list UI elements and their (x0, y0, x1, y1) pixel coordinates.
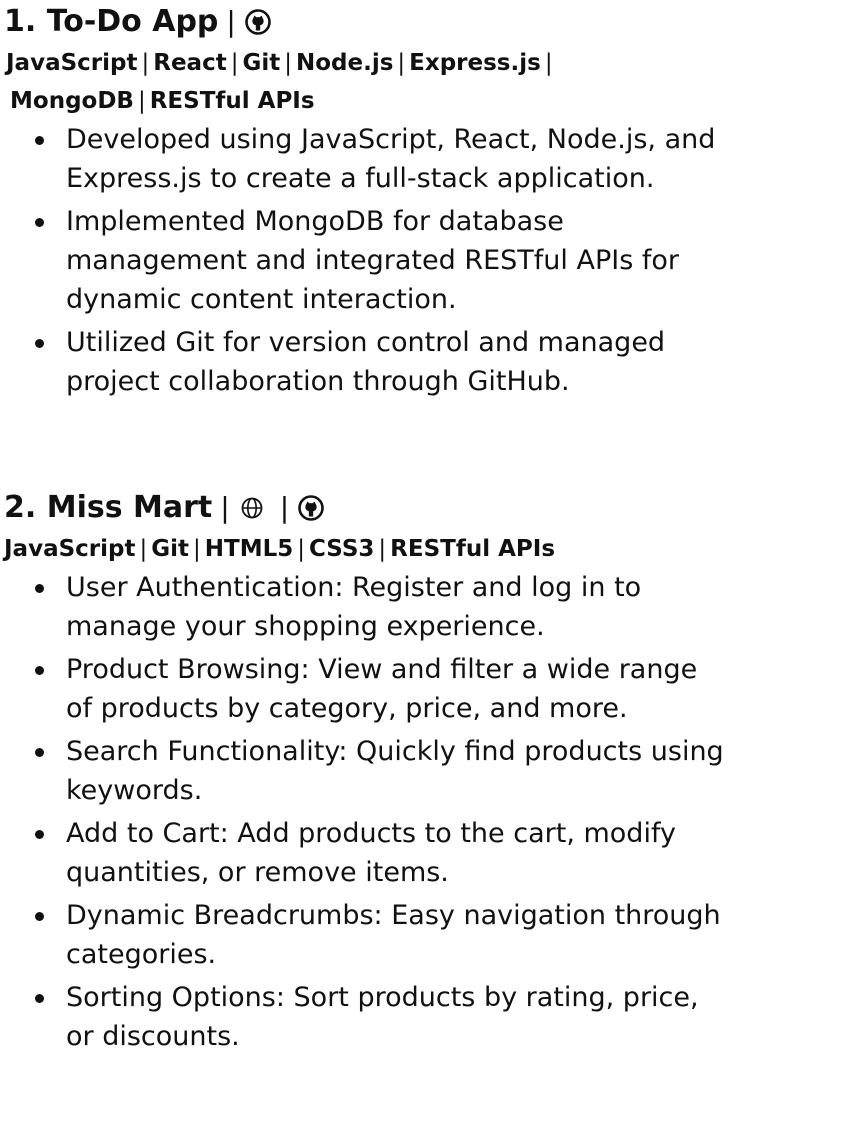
list-item: User Authentication: Register and log in… (32, 568, 724, 646)
bullet-text: dynamic content interaction. (66, 284, 457, 315)
tech-item: React (153, 50, 227, 76)
bullet-text: Implemented MongoDB for database (66, 206, 564, 237)
tech-item: CSS3 (309, 536, 375, 562)
tech-item: Git (151, 536, 189, 562)
bullet-dot (35, 584, 44, 593)
tech-item: HTML5 (204, 536, 294, 562)
tech-item: RESTful APIs (149, 88, 315, 114)
tech-separator: | (378, 536, 387, 562)
tech-item: Git (242, 50, 281, 76)
resume-projects-section: 1. To-Do App | JavaScript | React | Git | Node… (0, 0, 846, 1143)
github-icon[interactable] (297, 494, 325, 522)
github-icon[interactable] (244, 8, 272, 36)
tech-separator: | (141, 50, 150, 76)
project-todo-app: 1. To-Do App | JavaScript | React | Git | Node… (4, 0, 715, 405)
title-separator: | (220, 491, 230, 524)
bullet-dot (35, 994, 44, 1003)
bullet-text: Developed using JavaScript, React, Node.… (66, 124, 716, 155)
globe-icon[interactable] (238, 494, 266, 522)
bullet-dot (35, 912, 44, 921)
bullet-dot (35, 339, 44, 348)
tech-separator: | (230, 50, 239, 76)
tech-item: Node.js (295, 50, 394, 76)
bullet-text: or discounts. (66, 1021, 240, 1052)
bullet-text: Sorting Options: Sort products by rating… (66, 982, 699, 1013)
bullet-dot (35, 218, 44, 227)
list-item: Search Functionality: Quickly find produ… (32, 732, 724, 810)
project-title: To-Do App (46, 4, 219, 39)
bullet-text: project collaboration through GitHub. (66, 366, 570, 397)
tech-separator: | (397, 50, 406, 76)
tech-stack-line: JavaScript | React | Git | Node.js | Express.js | (6, 44, 715, 82)
bullet-text: of products by category, price, and more… (66, 693, 628, 724)
tech-item: JavaScript (4, 536, 136, 562)
bullet-dot (35, 748, 44, 757)
bullet-text: keywords. (66, 775, 203, 806)
bullet-text: quantities, or remove items. (66, 857, 449, 888)
list-item: Developed using JavaScript, React, Node.… (32, 120, 715, 198)
title-separator: | (226, 5, 236, 38)
bullet-dot (35, 666, 44, 675)
tech-stack: JavaScript | Git | HTML5 | CSS3 | RESTful APIs (4, 530, 724, 568)
project-number: 2. (4, 490, 37, 525)
tech-separator: | (544, 50, 553, 76)
bullet-text: Product Browsing: View and filter a wide… (66, 654, 698, 685)
project-bullet-list: User Authentication: Register and log in… (4, 568, 724, 1056)
tech-item: MongoDB (10, 88, 134, 114)
bullet-text: Express.js to create a full-stack applic… (66, 163, 655, 194)
tech-separator: | (193, 536, 201, 562)
list-item: Sorting Options: Sort products by rating… (32, 978, 724, 1056)
project-miss-mart: 2. Miss Mart | | JavaScript | Git | HTML5 | CS… (4, 486, 724, 1060)
tech-separator: | (284, 50, 292, 76)
project-number: 1. (4, 4, 37, 39)
tech-item: RESTful APIs (390, 536, 556, 562)
bullet-dot (35, 830, 44, 839)
tech-separator: | (137, 88, 146, 114)
list-item: Utilized Git for version control and man… (32, 323, 715, 401)
tech-item: JavaScript (6, 50, 138, 76)
bullet-text: manage your shopping experience. (66, 611, 545, 642)
project-title-line: 2. Miss Mart | | (4, 486, 724, 530)
list-item: Dynamic Breadcrumbs: Easy navigation thr… (32, 896, 724, 974)
title-separator: | (279, 491, 290, 524)
bullet-text: User Authentication: Register and log in… (66, 572, 642, 603)
bullet-text: Utilized Git for version control and man… (66, 327, 666, 358)
tech-item: Express.js (409, 50, 541, 76)
tech-separator: | (139, 536, 148, 562)
tech-stack: JavaScript | React | Git | Node.js | Express.js |… (4, 44, 715, 120)
tech-stack-line: MongoDB | RESTful APIs (6, 82, 715, 120)
bullet-dot (35, 136, 44, 145)
bullet-text: management and integrated RESTful APIs f… (66, 245, 679, 276)
tech-stack-line: JavaScript | Git | HTML5 | CSS3 | RESTful APIs (4, 530, 724, 568)
list-item: Implemented MongoDB for database managem… (32, 202, 715, 319)
project-title: Miss Mart (46, 490, 213, 525)
bullet-text: Add to Cart: Add products to the cart, m… (66, 818, 676, 849)
bullet-text: Search Functionality: Quickly find produ… (66, 736, 724, 767)
project-title-line: 1. To-Do App | (4, 0, 715, 44)
project-bullet-list: Developed using JavaScript, React, Node.… (4, 120, 715, 401)
bullet-text: Dynamic Breadcrumbs: Easy navigation thr… (66, 900, 721, 931)
list-item: Product Browsing: View and filter a wide… (32, 650, 724, 728)
bullet-text: categories. (66, 939, 217, 970)
tech-separator: | (297, 536, 305, 562)
list-item: Add to Cart: Add products to the cart, m… (32, 814, 724, 892)
